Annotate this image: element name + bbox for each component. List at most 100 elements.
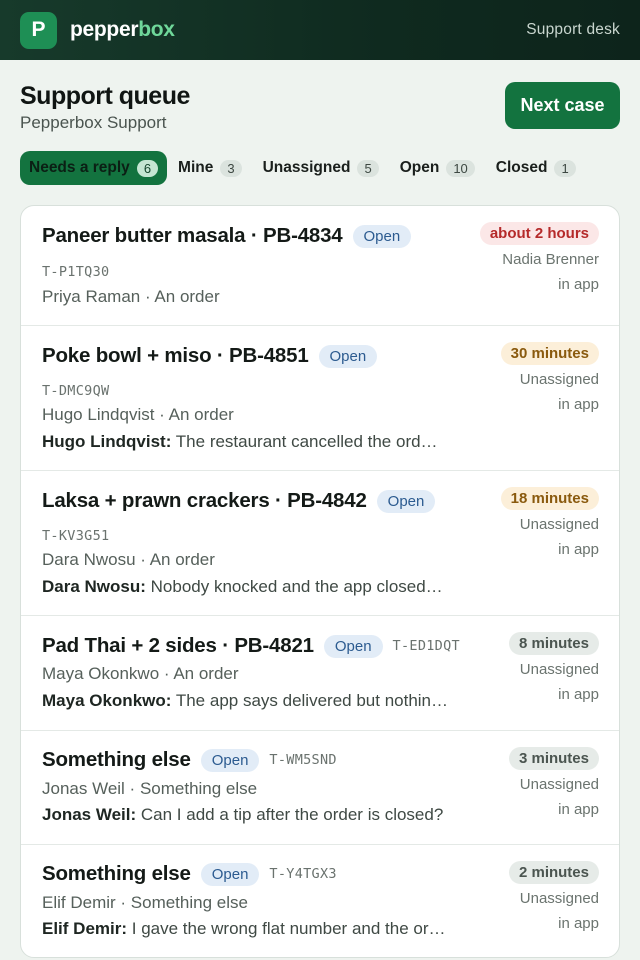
filter-mine[interactable]: Mine 3 bbox=[178, 151, 242, 185]
case-title-line: Pad Thai + 2 sides · PB-4821 Open T-ED1D… bbox=[42, 634, 460, 658]
last-message: Jonas Weil: Can I add a tip after the or… bbox=[42, 805, 482, 825]
wait-time-badge: 2 minutes bbox=[508, 861, 599, 884]
status-badge: Open bbox=[323, 634, 383, 658]
filter-unassigned[interactable]: Unassigned 5 bbox=[263, 151, 379, 185]
assignee: Unassigned bbox=[519, 776, 599, 793]
case-meta: about 2 hours Nadia Brenner in app bbox=[479, 222, 599, 293]
channel: in app bbox=[558, 686, 599, 703]
customer-line: Dara Nwosu · An order bbox=[42, 550, 215, 569]
brand-name: pepperbox bbox=[70, 18, 175, 42]
assignee: Unassigned bbox=[519, 890, 599, 907]
filter-tabs: Needs a reply 6 Mine 3 Unassigned 5 Open… bbox=[20, 151, 576, 185]
ticket-id: T-P1TQ30 bbox=[42, 264, 110, 280]
case-title-line: Paneer butter masala · PB-4834 Open bbox=[42, 224, 412, 248]
case-list: Paneer butter masala · PB-4834 Open T-P1… bbox=[20, 205, 620, 958]
case-row[interactable]: Paneer butter masala · PB-4834 Open T-P1… bbox=[21, 206, 619, 326]
message-text: Can I add a tip after the order is close… bbox=[140, 805, 444, 824]
case-title: Something else bbox=[42, 862, 191, 885]
filter-count: 5 bbox=[357, 159, 379, 177]
case-meta: 30 minutes Unassigned in app bbox=[500, 342, 599, 413]
case-row[interactable]: Pad Thai + 2 sides · PB-4821 Open T-ED1D… bbox=[21, 616, 619, 731]
filter-label: Needs a reply bbox=[29, 159, 130, 176]
filter-closed[interactable]: Closed 1 bbox=[496, 151, 576, 185]
message-author: Elif Demir: bbox=[42, 919, 128, 938]
channel: in app bbox=[558, 915, 599, 932]
last-message: Dara Nwosu: Nobody knocked and the app c… bbox=[42, 577, 482, 597]
filter-count: 3 bbox=[220, 159, 242, 177]
support-desk-link[interactable]: Support desk bbox=[526, 21, 620, 39]
status-badge: Open bbox=[352, 224, 412, 248]
wait-time-badge: about 2 hours bbox=[479, 222, 599, 245]
ticket-id: T-ED1DQT bbox=[392, 638, 460, 654]
customer-line: Jonas Weil · Something else bbox=[42, 779, 258, 798]
brand-name-part1: pepper bbox=[70, 18, 139, 41]
assignee: Unassigned bbox=[519, 371, 599, 388]
case-title-line: Laksa + prawn crackers · PB-4842 Open bbox=[42, 489, 436, 513]
case-row[interactable]: Something else Open T-Y4TGX3 Elif Demir … bbox=[21, 845, 619, 957]
message-text: The restaurant cancelled the ord… bbox=[175, 432, 438, 451]
case-row[interactable]: Laksa + prawn crackers · PB-4842 Open T-… bbox=[21, 471, 619, 616]
channel: in app bbox=[558, 396, 599, 413]
customer-line: Maya Okonkwo · An order bbox=[42, 664, 239, 683]
case-meta: 8 minutes Unassigned in app bbox=[508, 632, 599, 703]
customer-line: Hugo Lindqvist · An order bbox=[42, 405, 234, 424]
page-header: Support queue Pepperbox Support Next cas… bbox=[0, 60, 640, 210]
case-meta: 3 minutes Unassigned in app bbox=[508, 747, 599, 818]
message-text: The app says delivered but nothin… bbox=[175, 691, 449, 710]
filter-label: Open bbox=[399, 159, 440, 176]
case-title: Poke bowl + miso · PB-4851 bbox=[42, 344, 309, 367]
logo-icon: P bbox=[20, 11, 57, 49]
message-author: Maya Okonkwo: bbox=[42, 691, 172, 710]
case-title: Something else bbox=[42, 748, 191, 771]
filter-label: Unassigned bbox=[262, 159, 351, 176]
status-badge: Open bbox=[376, 489, 436, 513]
ticket-id: T-KV3G51 bbox=[42, 528, 110, 544]
customer-line: Elif Demir · Something else bbox=[42, 893, 248, 912]
case-row[interactable]: Something else Open T-WM5SND Jonas Weil … bbox=[21, 731, 619, 845]
ticket-id: T-Y4TGX3 bbox=[269, 866, 337, 882]
filter-label: Mine bbox=[178, 159, 214, 176]
message-text: I gave the wrong flat number and the or… bbox=[131, 919, 446, 938]
wait-time-badge: 3 minutes bbox=[508, 747, 599, 770]
last-message: Hugo Lindqvist: The restaurant cancelled… bbox=[42, 432, 482, 452]
wait-time-badge: 18 minutes bbox=[500, 487, 599, 510]
case-row[interactable]: Poke bowl + miso · PB-4851 Open T-DMC9QW… bbox=[21, 326, 619, 471]
status-badge: Open bbox=[200, 748, 260, 772]
brand-name-part2: box bbox=[138, 18, 175, 41]
filter-needs-a-reply[interactable]: Needs a reply 6 bbox=[20, 151, 168, 185]
case-meta: 18 minutes Unassigned in app bbox=[500, 487, 599, 558]
message-author: Dara Nwosu: bbox=[42, 577, 146, 596]
ticket-id: T-WM5SND bbox=[269, 752, 337, 768]
message-author: Jonas Weil: bbox=[42, 805, 137, 824]
filter-open[interactable]: Open 10 bbox=[400, 151, 475, 185]
case-title-line: Something else Open T-WM5SND bbox=[42, 748, 337, 772]
channel: in app bbox=[558, 801, 599, 818]
last-message: Elif Demir: I gave the wrong flat number… bbox=[42, 919, 482, 939]
filter-count: 1 bbox=[554, 159, 576, 177]
filter-count: 10 bbox=[446, 159, 475, 177]
case-title-line: Poke bowl + miso · PB-4851 Open bbox=[42, 344, 378, 368]
assignee: Unassigned bbox=[519, 661, 599, 678]
message-author: Hugo Lindqvist: bbox=[42, 432, 172, 451]
filter-count: 6 bbox=[136, 159, 159, 177]
page-subtitle: Pepperbox Support bbox=[20, 113, 167, 132]
case-title: Paneer butter masala · PB-4834 bbox=[42, 224, 343, 247]
customer-line: Priya Raman · An order bbox=[42, 287, 220, 306]
case-title-line: Something else Open T-Y4TGX3 bbox=[42, 862, 337, 886]
case-meta: 2 minutes Unassigned in app bbox=[508, 861, 599, 932]
case-title: Laksa + prawn crackers · PB-4842 bbox=[42, 489, 367, 512]
ticket-id: T-DMC9QW bbox=[42, 383, 110, 399]
page-title: Support queue bbox=[20, 82, 190, 110]
assignee: Unassigned bbox=[519, 516, 599, 533]
brand[interactable]: P pepperbox bbox=[20, 11, 175, 49]
filter-label: Closed bbox=[495, 159, 548, 176]
top-bar: P pepperbox Support desk bbox=[0, 0, 640, 60]
next-case-button[interactable]: Next case bbox=[505, 82, 620, 129]
last-message: Maya Okonkwo: The app says delivered but… bbox=[42, 691, 482, 711]
status-badge: Open bbox=[318, 344, 378, 368]
message-text: Nobody knocked and the app closed… bbox=[150, 577, 443, 596]
channel: in app bbox=[558, 276, 599, 293]
wait-time-badge: 30 minutes bbox=[500, 342, 599, 365]
case-title: Pad Thai + 2 sides · PB-4821 bbox=[42, 634, 314, 657]
wait-time-badge: 8 minutes bbox=[508, 632, 599, 655]
